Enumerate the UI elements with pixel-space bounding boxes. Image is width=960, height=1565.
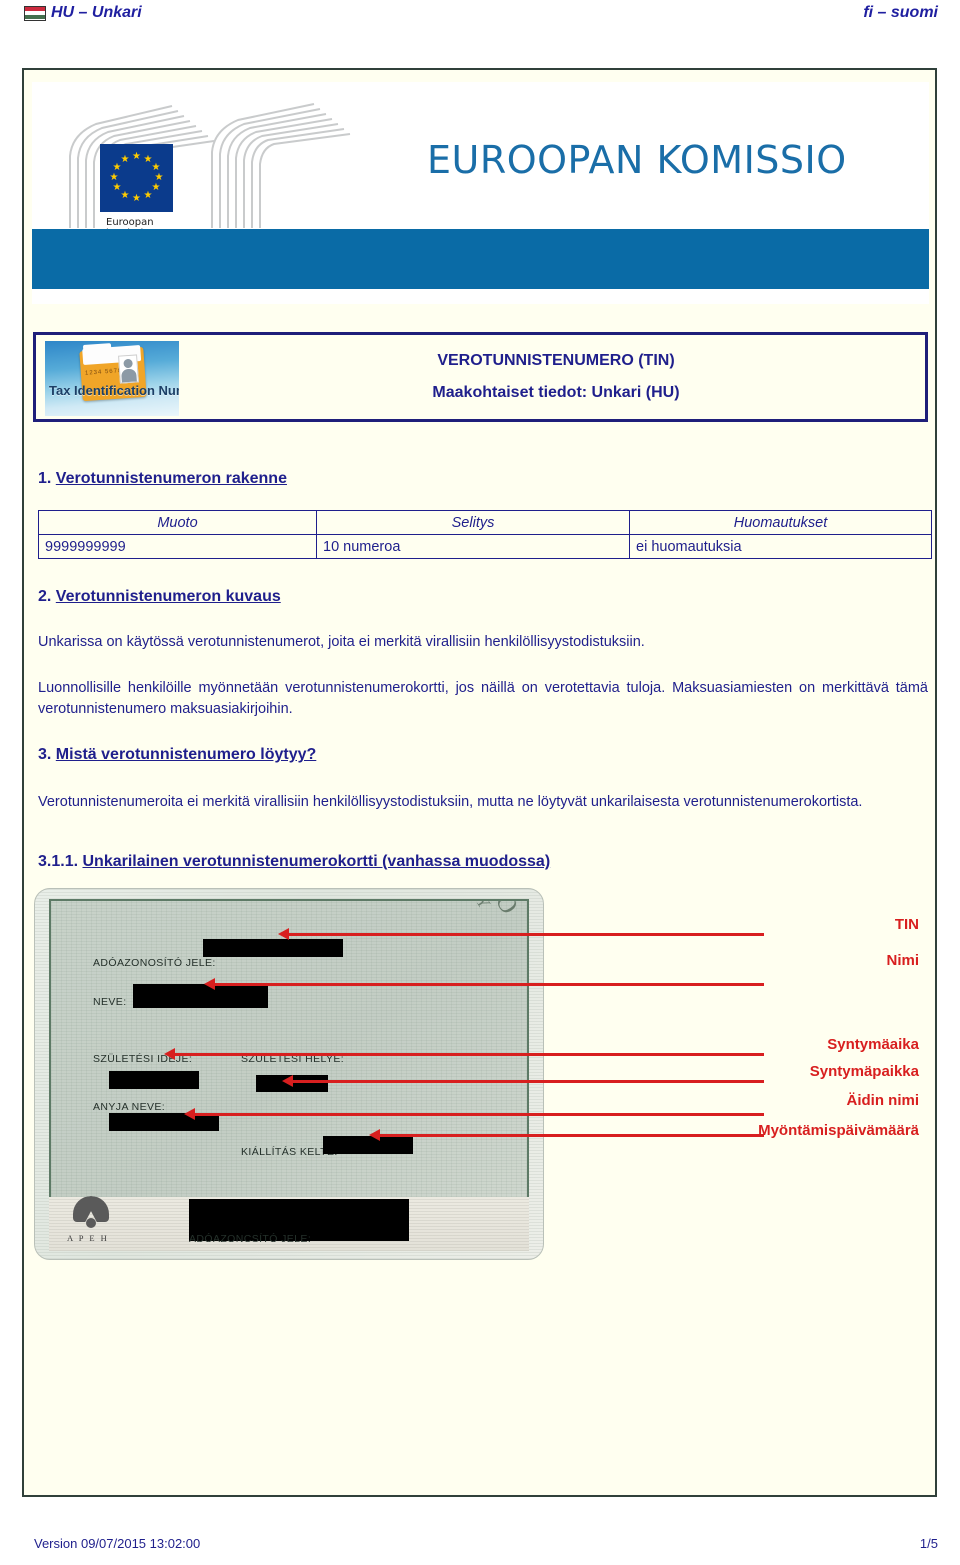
card-field-label-bottom-tin: ADÓAZONCSÍTÓ JELE: xyxy=(189,1233,312,1245)
section-1-title: Verotunnistenumeron rakenne xyxy=(55,470,287,487)
arrow-line-nimi xyxy=(215,983,764,986)
section-311-title: Unkarilainen verotunnistenumerokortti (v… xyxy=(82,853,551,870)
arrow-line-syntymaaika xyxy=(175,1053,764,1056)
annotation-label-tin: TIN xyxy=(894,916,919,933)
eu-logo-label-line1: Euroopan xyxy=(106,217,154,228)
banner-blue-bar xyxy=(32,229,929,289)
redaction-bar-name xyxy=(133,984,268,1008)
hungarian-tax-card-figure: ADÓ IGAZOLVÁNY ADÓAZONOSÍTÓ JELE: NEVE: … xyxy=(34,888,544,1260)
table-row: 9999999999 10 numeroa ei huomautuksia xyxy=(38,534,932,559)
eu-flag-icon: ★ ★ ★ ★ ★ ★ ★ ★ ★ ★ ★ ★ xyxy=(100,144,173,212)
card-watermark-igazolvany: IGAZOLVÁNY xyxy=(412,901,495,914)
table-cell-format: 9999999999 xyxy=(38,534,317,559)
table-header-muoto: Muoto xyxy=(38,510,317,535)
commission-title: EUROOPAN KOMISSIO xyxy=(427,138,847,182)
document-title-line2: Maakohtaiset tiedot: Unkari (HU) xyxy=(432,384,680,401)
document-title-line1: VEROTUNNISTENUMERO (TIN) xyxy=(437,352,675,369)
page-content-frame: ★ ★ ★ ★ ★ ★ ★ ★ ★ ★ ★ ★ Euroopan komissi… xyxy=(22,68,937,1497)
annotation-label-nimi: Nimi xyxy=(886,952,919,969)
annotation-label-syntymaaika: Syntymäaika xyxy=(827,1036,919,1053)
card-portrait-icon xyxy=(118,354,139,384)
card-field-label-mother: ANYJA NEVE: xyxy=(93,1101,166,1113)
header-country: HU – Unkari xyxy=(24,4,142,22)
apeh-label: A P E H xyxy=(67,1233,109,1243)
arrow-line-tin xyxy=(289,933,764,936)
table-header-huomautukset: Huomautukset xyxy=(629,510,932,535)
section-311-number: 3.1.1. xyxy=(38,853,79,870)
table-cell-comments: ei huomautuksia xyxy=(629,534,932,559)
tin-structure-table: Muoto Selitys Huomautukset 9999999999 10… xyxy=(38,510,932,559)
tax-card-photo: ADÓ IGAZOLVÁNY ADÓAZONOSÍTÓ JELE: NEVE: … xyxy=(34,888,544,1260)
annotation-label-myontamispaivamaara: Myöntämispäivämäärä xyxy=(758,1122,919,1139)
header-country-label: HU – Unkari xyxy=(51,4,142,21)
card-field-label-name: NEVE: xyxy=(93,996,127,1008)
section-3-number: 3. xyxy=(38,746,52,763)
tax-card-inner-panel: ADÓ IGAZOLVÁNY ADÓAZONOSÍTÓ JELE: NEVE: … xyxy=(49,899,529,1199)
annotation-label-aidin-nimi: Äidin nimi xyxy=(846,1092,920,1109)
table-cell-explanation: 10 numeroa xyxy=(316,534,630,559)
card-bottom-strip: A P E H ADÓAZONCSÍTÓ JELE: xyxy=(49,1196,529,1251)
section-heading-1: 1. Verotunnistenumeron rakenne xyxy=(38,470,287,488)
arrow-head-aidin-nimi xyxy=(184,1108,195,1120)
section-2-number: 2. xyxy=(38,588,52,605)
section-heading-3-1-1: 3.1.1. Unkarilainen verotunnistenumeroko… xyxy=(38,853,550,871)
hungary-flag-icon xyxy=(24,5,46,21)
section-heading-2: 2. Verotunnistenumeron kuvaus xyxy=(38,588,281,606)
arrow-head-syntymaaika xyxy=(164,1048,175,1060)
card-watermark-area: ADÓ IGAZOLVÁNY xyxy=(319,901,527,1197)
arrow-head-syntymapaikka xyxy=(282,1075,293,1087)
arrow-line-aidin-nimi xyxy=(195,1113,764,1116)
section-3-title: Mistä verotunnistenumero löytyy? xyxy=(55,746,317,763)
arrow-line-syntymapaikka xyxy=(293,1080,764,1083)
arrow-line-myontamispaivamaara xyxy=(380,1134,764,1137)
document-title-box: 1234 5678 91 Tax Identification Number V… xyxy=(33,332,928,422)
tin-image-caption: Tax Identification Number xyxy=(49,383,179,398)
paragraph-where-to-find: Verotunnistenumeroita ei merkitä viralli… xyxy=(38,794,863,810)
footer-version: Version 09/07/2015 13:02:00 xyxy=(34,1536,201,1551)
annotation-label-syntymapaikka: Syntymäpaikka xyxy=(809,1063,919,1080)
table-header-row: Muoto Selitys Huomautukset xyxy=(38,510,932,535)
paragraph-description-2: Luonnollisille henkilöille myönnetään ve… xyxy=(38,680,928,717)
footer-page-number: 1/5 xyxy=(919,1536,938,1551)
paragraph-description-1: Unkarissa on käytössä verotunnistenumero… xyxy=(38,634,645,650)
section-2-title: Verotunnistenumeron kuvaus xyxy=(55,588,281,605)
redaction-bar-birthdate xyxy=(109,1071,199,1089)
section-heading-3: 3. Mistä verotunnistenumero löytyy? xyxy=(38,746,316,764)
arrow-head-myontamispaivamaara xyxy=(369,1129,380,1141)
tax-identification-number-image: 1234 5678 91 Tax Identification Number xyxy=(45,341,179,416)
eu-stars-circle: ★ ★ ★ ★ ★ ★ ★ ★ ★ ★ ★ ★ xyxy=(109,151,164,204)
arrow-head-nimi xyxy=(204,978,215,990)
table-header-selitys: Selitys xyxy=(316,510,630,535)
header-language-label: fi – suomi xyxy=(863,4,938,21)
card-field-label-tin: ADÓAZONOSÍTÓ JELE: xyxy=(93,957,216,969)
document-running-header: HU – Unkari fi – suomi xyxy=(0,0,960,38)
redaction-bar-tin xyxy=(203,939,343,957)
arrow-head-tin xyxy=(278,928,289,940)
document-title-text: VEROTUNNISTENUMERO (TIN) Maakohtaiset ti… xyxy=(196,345,916,409)
redaction-bar-issuedate xyxy=(323,1136,413,1154)
section-1-number: 1. xyxy=(38,470,52,487)
european-commission-banner: ★ ★ ★ ★ ★ ★ ★ ★ ★ ★ ★ ★ Euroopan komissi… xyxy=(32,82,929,304)
apeh-logo-icon xyxy=(73,1196,109,1229)
